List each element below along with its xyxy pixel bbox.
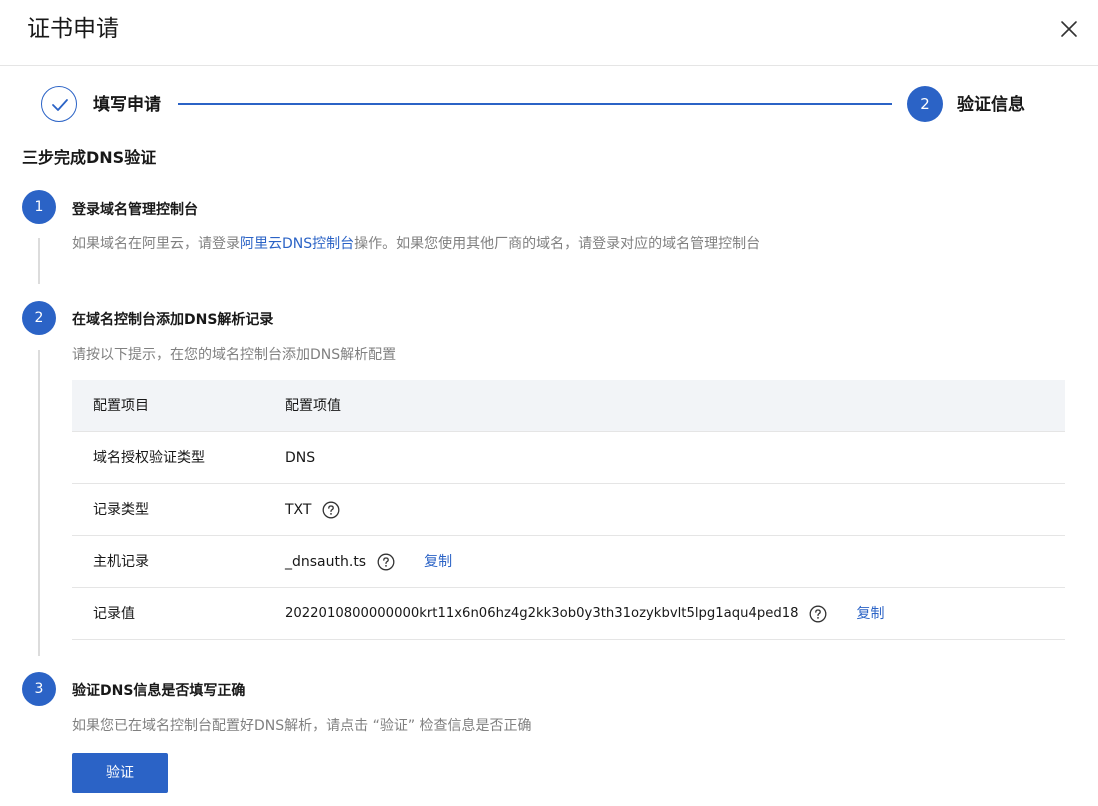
column-header-item: 配置项目 xyxy=(93,398,149,414)
table-row: 域名授权验证类型 DNS xyxy=(72,432,1065,484)
table-row: 记录类型 TXT xyxy=(72,484,1065,536)
step3-number: 3 xyxy=(22,672,56,706)
aliyun-dns-console-link[interactable]: 阿里云DNS控制台 xyxy=(240,236,354,252)
step-label-fill-application: 填写申请 xyxy=(93,95,161,115)
column-header-value: 配置项值 xyxy=(285,398,341,414)
progress-steps: 填写申请 2 验证信息 xyxy=(0,86,1098,126)
row-key: 域名授权验证类型 xyxy=(93,450,205,466)
dns-config-table: 配置项目 配置项值 域名授权验证类型 DNS 记录类型 TXT 主机记录 _dn… xyxy=(72,380,1065,640)
step2-number: 2 xyxy=(22,301,56,335)
step-done-indicator xyxy=(41,86,77,122)
question-circle-icon[interactable] xyxy=(322,501,340,519)
table-header-row: 配置项目 配置项值 xyxy=(72,380,1065,432)
question-circle-icon[interactable] xyxy=(377,553,395,571)
step-connector xyxy=(178,103,892,105)
step1-title: 登录域名管理控制台 xyxy=(72,202,198,218)
step1-description: 如果域名在阿里云，请登录阿里云DNS控制台操作。如果您使用其他厂商的域名，请登录… xyxy=(72,234,760,254)
row-value-cell: _dnsauth.ts 复制 xyxy=(285,552,452,572)
step1-number: 1 xyxy=(22,190,56,224)
step3-title: 验证DNS信息是否填写正确 xyxy=(72,683,246,699)
question-circle-icon[interactable] xyxy=(809,605,827,623)
row-value-cell: DNS xyxy=(285,448,315,468)
row-key: 记录类型 xyxy=(93,502,149,518)
table-row: 主机记录 _dnsauth.ts 复制 xyxy=(72,536,1065,588)
verify-button[interactable]: 验证 xyxy=(72,753,168,793)
step1-desc-text-end: 操作。如果您使用其他厂商的域名，请登录对应的域名管理控制台 xyxy=(354,236,761,252)
step3-description: 如果您已在域名控制台配置好DNS解析，请点击 “验证” 检查信息是否正确 xyxy=(72,718,532,734)
dialog-title: 证书申请 xyxy=(27,16,119,42)
row-value-cell: TXT xyxy=(285,500,340,520)
row-value: _dnsauth.ts xyxy=(285,554,367,570)
table-row: 记录值 2022010800000000krt11x6n06hz4g2kk3ob… xyxy=(72,588,1065,640)
row-key: 主机记录 xyxy=(93,554,149,570)
step1-desc-text: 如果域名在阿里云，请登录 xyxy=(72,236,240,252)
row-value: DNS xyxy=(285,450,316,466)
copy-record-value-button[interactable]: 复制 xyxy=(856,604,884,624)
row-value: TXT xyxy=(285,502,312,518)
step2-description: 请按以下提示，在您的域名控制台添加DNS解析配置 xyxy=(72,347,397,363)
step2-title: 在域名控制台添加DNS解析记录 xyxy=(72,312,274,328)
check-icon xyxy=(52,99,68,111)
dialog-header: 证书申请 xyxy=(0,0,1098,66)
step-label-verify-info: 验证信息 xyxy=(957,95,1025,115)
close-icon[interactable] xyxy=(1058,18,1080,40)
row-key: 记录值 xyxy=(93,606,135,622)
step2-timeline xyxy=(38,350,40,656)
section-title: 三步完成DNS验证 xyxy=(22,148,157,167)
row-value: 2022010800000000krt11x6n06hz4g2kk3ob0y3t… xyxy=(285,606,799,621)
step-active-indicator: 2 xyxy=(907,86,943,122)
step1-timeline xyxy=(38,238,40,284)
copy-host-record-button[interactable]: 复制 xyxy=(424,552,452,572)
row-value-cell: 2022010800000000krt11x6n06hz4g2kk3ob0y3t… xyxy=(285,604,884,624)
